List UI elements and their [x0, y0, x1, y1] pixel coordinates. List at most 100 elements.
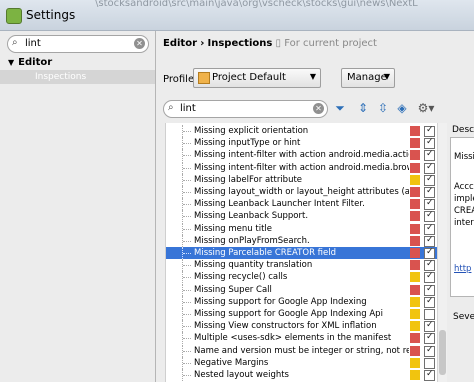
inspection-enabled-checkbox[interactable]: ✓ [424, 271, 435, 284]
breadcrumb-separator: › [200, 38, 205, 49]
breadcrumb: Editor › Inspections ▯ For current proje… [163, 38, 377, 49]
inspection-enabled-checkbox[interactable] [424, 309, 435, 320]
severity-indicator-error [410, 199, 420, 210]
inspection-name: Missing Parcelable CREATOR field [194, 248, 337, 258]
background-window-path: \stocksandroid\src\main\java\org\vscheck… [95, 0, 418, 9]
inspection-enabled-checkbox[interactable]: ✓ [424, 137, 435, 150]
inspection-row[interactable]: Missing support for Google App Indexing … [166, 308, 438, 320]
filter-icon[interactable]: ⏷ [332, 100, 348, 116]
inspection-enabled-checkbox[interactable]: ✓ [424, 320, 435, 333]
inspection-row[interactable]: Missing intent-filter with action androi… [166, 161, 438, 174]
inspection-enabled-checkbox[interactable]: ✓ [424, 235, 435, 247]
inspection-enabled-checkbox[interactable]: ✓ [424, 344, 435, 357]
inspection-enabled-checkbox[interactable]: ✓ [424, 174, 435, 186]
tree-guide-branch [183, 375, 191, 376]
settings-search-input[interactable]: ⌕ lint ✕ [7, 35, 149, 53]
inspection-row[interactable]: Missing intent-filter with action androi… [166, 149, 438, 162]
collapse-all-icon[interactable]: ⇳ [375, 100, 391, 116]
severity-indicator-error [410, 187, 420, 197]
inspections-list[interactable]: Missing explicit orientation ✓ Missing inp… [165, 123, 438, 382]
inspection-row[interactable]: Missing menu title ✓ [166, 222, 438, 235]
inspection-enabled-checkbox[interactable]: ✓ [424, 259, 435, 272]
checkmark-icon: ✓ [426, 247, 434, 257]
tree-guide-branch [183, 326, 191, 328]
clear-search-icon[interactable]: ✕ [134, 38, 145, 49]
inspection-row[interactable]: Missing View constructors for XML inflat… [166, 320, 438, 333]
scrollbar-thumb[interactable] [439, 330, 446, 375]
inspection-name: Missing labelFor attribute [194, 174, 303, 185]
clear-search-icon[interactable]: ✕ [313, 103, 324, 114]
inspection-row[interactable]: Multiple <uses-sdk> elements in the mani… [166, 332, 438, 345]
inspection-name: Missing layout_width or layout_height at… [194, 187, 409, 197]
inspection-row[interactable]: Missing explicit orientation ✓ [166, 125, 438, 137]
reset-icon[interactable]: ◈ [394, 100, 410, 116]
manage-button[interactable]: Manage ▼ [341, 68, 395, 88]
checkmark-icon: ✓ [426, 344, 434, 355]
project-scope-text: For current project [284, 38, 377, 49]
tree-guide-branch [183, 301, 191, 303]
inspection-row[interactable]: Missing support for Google App Indexing ✓ [166, 295, 438, 308]
tree-guide-branch [183, 192, 191, 193]
inspection-name: Negative Margins [194, 357, 269, 368]
expand-triangle-icon[interactable]: ▼ [8, 58, 14, 67]
inspection-row[interactable]: Missing labelFor attribute ✓ [166, 173, 438, 186]
inspection-row[interactable]: Nested layout weights ✓ [166, 369, 438, 381]
inspection-name: Missing menu title [194, 223, 273, 234]
list-scrollbar[interactable] [437, 123, 447, 382]
gear-icon[interactable]: ⚙▾ [416, 100, 436, 116]
inspection-enabled-checkbox[interactable]: ✓ [424, 186, 435, 198]
tree-guide-branch [183, 277, 191, 279]
inspection-name: Missing support for Google App Indexing … [194, 309, 383, 319]
checkmark-icon: ✓ [426, 222, 434, 233]
inspection-enabled-checkbox[interactable]: ✓ [424, 210, 435, 223]
inspection-enabled-checkbox[interactable]: ✓ [424, 125, 435, 137]
tree-node-inspections[interactable]: Inspections [0, 70, 155, 84]
tree-guide-branch [183, 289, 191, 291]
inspection-enabled-checkbox[interactable]: ✓ [424, 222, 435, 235]
tree-guide-branch [183, 155, 191, 157]
checkmark-icon: ✓ [426, 283, 434, 294]
inspection-enabled-checkbox[interactable] [424, 357, 435, 369]
window-title: Settings [26, 8, 76, 22]
search-icon: ⌕ [12, 37, 18, 48]
chevron-down-icon: ▼ [383, 72, 390, 81]
inspection-row[interactable]: Missing quantity translation ✓ [166, 259, 438, 272]
inspection-enabled-checkbox[interactable]: ✓ [424, 247, 435, 259]
inspection-enabled-checkbox[interactable]: ✓ [424, 296, 435, 308]
inspection-enabled-checkbox[interactable]: ✓ [424, 283, 435, 296]
inspection-enabled-checkbox[interactable]: ✓ [424, 332, 435, 345]
checkmark-icon: ✓ [426, 210, 434, 221]
inspection-row[interactable]: Negative Margins [166, 356, 438, 369]
inspection-row[interactable]: Missing onPlayFromSearch. ✓ [166, 234, 438, 247]
tree-guide-branch [183, 338, 191, 340]
inspection-row[interactable]: Missing recycle() calls ✓ [166, 271, 438, 284]
checkmark-icon: ✓ [426, 186, 434, 196]
inspection-enabled-checkbox[interactable]: ✓ [424, 162, 435, 174]
description-label: Descri [452, 125, 474, 135]
inspection-name: Multiple <uses-sdk> elements in the mani… [194, 333, 392, 344]
tree-guide-branch [183, 204, 191, 206]
inspection-enabled-checkbox[interactable]: ✓ [424, 198, 435, 211]
tree-node-editor[interactable]: ▼ Editor [8, 57, 52, 68]
tree-guide-branch [183, 362, 191, 364]
profile-dropdown[interactable]: Project Default ▼ [193, 68, 321, 88]
inspection-row[interactable]: Name and version must be integer or stri… [166, 344, 438, 357]
description-line: Missi [454, 152, 474, 162]
inspection-search-input[interactable]: ⌕ lint ✕ [163, 100, 328, 118]
description-link[interactable]: http [454, 264, 471, 274]
inspection-row[interactable]: Missing Parcelable CREATOR field ✓ [166, 247, 438, 259]
inspection-enabled-checkbox[interactable]: ✓ [424, 149, 435, 162]
inspection-row[interactable]: Missing Leanback Support. ✓ [166, 210, 438, 223]
inspection-row[interactable]: Missing Leanback Launcher Intent Filter.… [166, 198, 438, 211]
expand-all-icon[interactable]: ⇕ [355, 100, 371, 116]
tree-guide-branch [183, 228, 191, 230]
checkmark-icon: ✓ [426, 198, 434, 209]
inspection-row[interactable]: Missing inputType or hint ✓ [166, 137, 438, 150]
inspection-name: Missing support for Google App Indexing [194, 296, 367, 307]
inspection-row[interactable]: Missing layout_width or layout_height at… [166, 186, 438, 198]
inspection-enabled-checkbox[interactable]: ✓ [424, 369, 435, 381]
inspection-row[interactable]: Missing Super Call ✓ [166, 283, 438, 296]
checkmark-icon: ✓ [426, 125, 434, 135]
app-icon [6, 8, 22, 24]
checkmark-icon: ✓ [426, 137, 434, 148]
